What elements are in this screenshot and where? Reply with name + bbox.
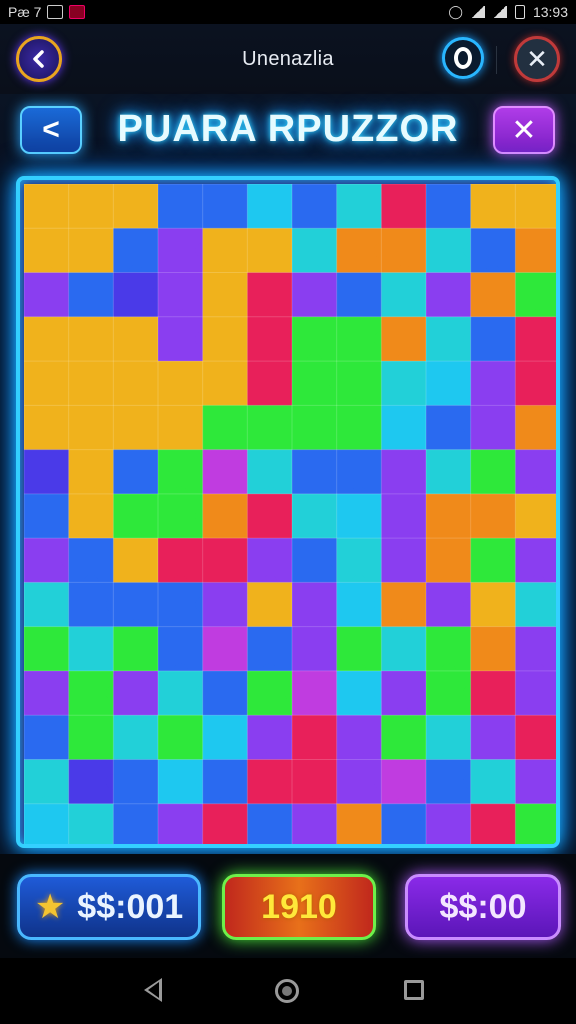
close-icon: ✕ [526,43,548,74]
puzzle-board[interactable] [16,176,560,848]
battery-icon [514,5,525,19]
app-title: Unenazlia [242,47,334,70]
ring-icon [454,47,472,69]
status-bar: Pæ 7 ◯ 13:93 [0,0,576,24]
score-button[interactable]: 1910 [222,874,376,940]
status-time: 13:93 [532,4,568,20]
back-triangle-icon[interactable] [144,978,162,1002]
star-icon: ★ [34,888,66,926]
puzzle-piece[interactable] [515,405,560,451]
reward-value: $$:00 [439,887,527,926]
puzzle-grid[interactable] [24,184,560,848]
app-back-button[interactable] [16,36,62,82]
app-bar: Unenazlia ✕ [0,24,576,94]
puzzle-piece[interactable] [515,582,560,628]
bottom-bar: ★ $$:001 1910 $$:00 [0,854,576,958]
score-value: 1910 [261,887,337,926]
status-right-group: ◯ 13:93 [448,4,568,20]
status-left-group: Pæ 7 [8,4,86,20]
app-close-button[interactable]: ✕ [514,36,560,82]
puzzle-piece[interactable] [515,670,560,716]
cell-signal-icon [492,6,507,18]
status-left-text: Pæ 7 [8,4,42,20]
puzzle-piece[interactable] [515,803,560,848]
chevron-left-icon [33,50,44,68]
board-area [0,172,576,854]
game-header: < PUARA RPUZZOR ✕ [0,94,576,172]
reward-button[interactable]: $$:00 [405,874,561,940]
puzzle-piece[interactable] [515,228,560,274]
game-title: PUARA RPUZZOR [117,108,459,150]
coins-button[interactable]: ★ $$:001 [17,874,201,940]
system-nav-bar [0,958,576,1024]
puzzle-piece[interactable] [515,493,560,539]
home-circle-icon[interactable] [275,979,299,1003]
game-close-button[interactable]: ✕ [493,106,555,154]
ring-button[interactable] [442,37,484,79]
app-notification-icon [69,5,86,19]
wifi-icon [470,6,485,18]
image-notification-icon [47,5,64,19]
puzzle-piece[interactable] [515,759,560,805]
coins-value: $$:001 [77,887,184,926]
alarm-icon: ◯ [448,4,463,19]
recent-square-icon[interactable] [404,980,424,1000]
puzzle-piece[interactable] [158,803,204,848]
puzzle-piece[interactable] [68,803,114,848]
app-bar-divider [496,46,497,74]
puzzle-piece[interactable] [515,316,560,362]
puzzle-piece[interactable] [336,803,382,848]
close-icon: ✕ [511,113,537,147]
puzzle-piece[interactable] [247,803,293,848]
puzzle-piece[interactable] [426,803,472,848]
